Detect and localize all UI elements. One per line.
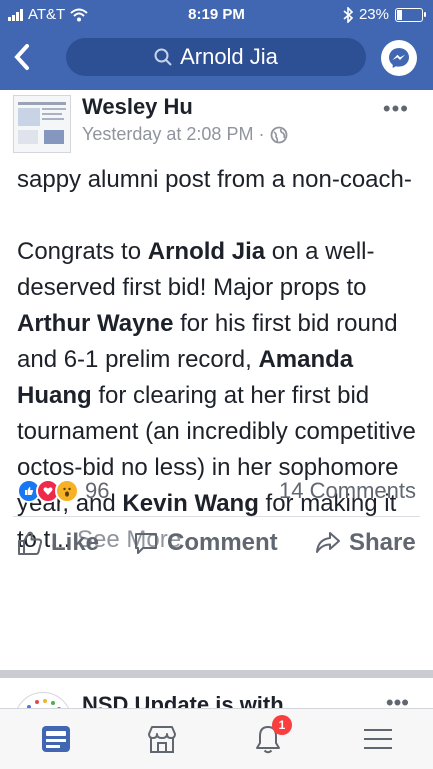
stats-divider	[13, 516, 420, 517]
globe-icon	[271, 126, 288, 143]
post-meta: Yesterday at 2:08 PM ·	[82, 124, 288, 145]
comment-label: Comment	[167, 529, 278, 556]
bluetooth-icon	[343, 6, 353, 23]
battery-icon	[395, 7, 426, 22]
share-label: Share	[349, 529, 416, 556]
tab-menu[interactable]	[360, 721, 396, 757]
comment-icon	[135, 533, 157, 554]
marketplace-icon	[148, 726, 176, 753]
reaction-count: 96	[85, 478, 110, 503]
like-button[interactable]: Like	[17, 529, 99, 557]
top-header: AT&T 8:19 PM 23% Arnold Jia	[0, 0, 433, 90]
battery-percent: 23%	[358, 6, 389, 23]
post-line1: sappy alumni post from a non-coach-	[17, 166, 412, 193]
tag-arthur-wayne[interactable]: Arthur Wayne	[17, 310, 173, 337]
post-paragraph: Congrats to Arnold Jia on a well-deserve…	[17, 238, 416, 553]
status-bar: AT&T 8:19 PM 23%	[0, 0, 433, 32]
reactions-summary[interactable]: 96	[17, 478, 109, 504]
nav-bar: Arnold Jia	[0, 36, 433, 82]
search-icon	[154, 48, 172, 66]
feed-separator	[0, 670, 433, 678]
tag-arnold-jia[interactable]: Arnold Jia	[148, 238, 265, 265]
next-post-avatar[interactable]	[14, 692, 72, 708]
comment-count-link[interactable]: 14 Comments	[279, 478, 416, 504]
tab-news-feed[interactable]	[38, 721, 74, 757]
post-author[interactable]: Wesley Hu	[82, 94, 193, 120]
post-timestamp[interactable]: Yesterday at 2:08 PM ·	[82, 124, 264, 145]
post-actions: Like Comment Share	[0, 529, 433, 571]
comment-button[interactable]: Comment	[133, 529, 278, 557]
tab-marketplace[interactable]	[144, 721, 180, 757]
wow-reaction-icon	[55, 479, 79, 503]
back-button[interactable]	[12, 42, 42, 72]
chevron-left-icon	[14, 44, 29, 70]
post-stats: 96 14 Comments	[0, 478, 433, 504]
tab-notifications[interactable]: 1	[250, 715, 292, 757]
next-post-author[interactable]: NSD Update is with	[82, 692, 284, 708]
next-feed-post: NSD Update is with •••	[0, 678, 433, 708]
next-post-options-button[interactable]: •••	[386, 690, 409, 708]
hamburger-menu-icon	[364, 729, 392, 749]
search-bar[interactable]: Arnold Jia	[66, 38, 366, 76]
avatar-image	[14, 96, 70, 152]
nsd-logo-icon	[19, 694, 67, 708]
search-query: Arnold Jia	[180, 44, 278, 69]
post-options-button[interactable]: •••	[383, 96, 409, 122]
share-button[interactable]: Share	[315, 529, 416, 557]
bottom-tab-bar: 1	[0, 708, 433, 769]
messenger-icon	[389, 48, 409, 68]
messenger-button[interactable]	[381, 40, 417, 76]
author-avatar[interactable]	[13, 95, 71, 153]
notification-badge: 1	[272, 715, 292, 735]
share-icon	[316, 532, 340, 553]
news-feed-icon	[42, 726, 70, 752]
like-label: Like	[51, 529, 100, 556]
thumbs-up-icon	[18, 531, 43, 555]
